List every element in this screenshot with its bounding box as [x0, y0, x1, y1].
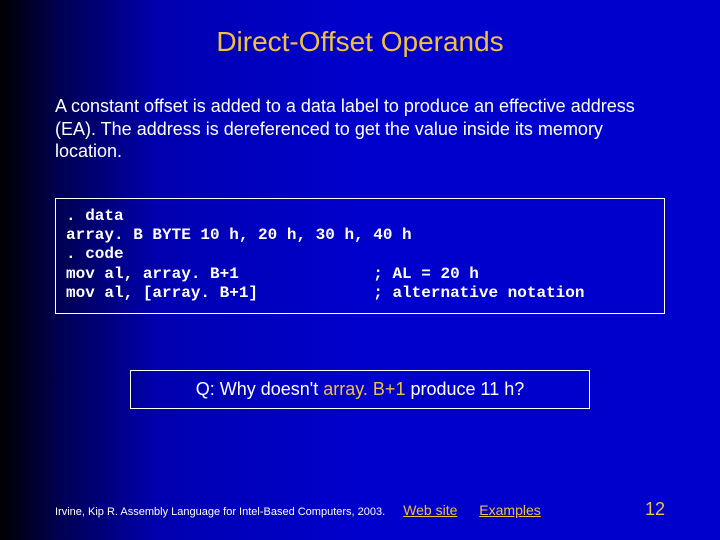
code-line-2: array. B BYTE 10 h, 20 h, 30 h, 40 h [66, 226, 412, 244]
question-prefix: Q: Why doesn't [196, 379, 324, 399]
footer: Irvine, Kip R. Assembly Language for Int… [55, 499, 665, 520]
link-website[interactable]: Web site [403, 502, 457, 518]
code-box: . data array. B BYTE 10 h, 20 h, 30 h, 4… [55, 198, 665, 314]
code-line-4-left: mov al, array. B+1 [66, 265, 239, 283]
code-line-1: . data [66, 207, 124, 225]
footer-links: Web site Examples [403, 502, 559, 518]
footer-credit: Irvine, Kip R. Assembly Language for Int… [55, 506, 385, 518]
question-box: Q: Why doesn't array. B+1 produce 11 h? [130, 370, 590, 409]
code-line-4-right: ; AL = 20 h [373, 265, 479, 283]
link-examples[interactable]: Examples [479, 502, 540, 518]
code-line-5-right: ; alternative notation [373, 284, 584, 302]
question-expression: array. B+1 [323, 379, 405, 399]
slide: Direct-Offset Operands A constant offset… [0, 0, 720, 540]
code-line-3: . code [66, 245, 124, 263]
slide-title: Direct-Offset Operands [0, 26, 720, 58]
body-text: A constant offset is added to a data lab… [55, 95, 665, 163]
page-number: 12 [645, 499, 665, 520]
code-line-5-left: mov al, [array. B+1] [66, 284, 258, 302]
question-suffix: produce 11 h? [405, 379, 524, 399]
